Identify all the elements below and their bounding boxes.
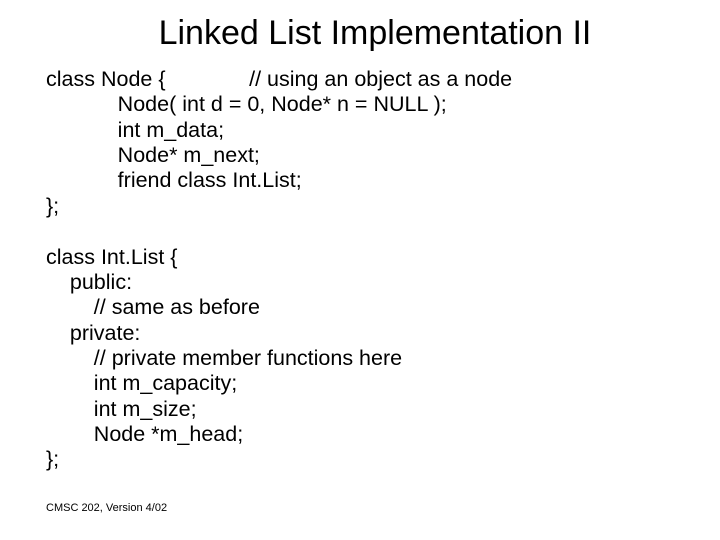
code-line: int m_data; [46, 118, 224, 142]
code-line: // same as before [46, 295, 260, 319]
code-line: public: [46, 270, 132, 294]
code-line: // private member functions here [46, 346, 402, 370]
slide-footer: CMSC 202, Version 4/02 [46, 502, 167, 514]
code-line: int m_capacity; [46, 371, 237, 395]
code-line: int m_size; [46, 397, 197, 421]
code-line: class Node { // using an object as a nod… [46, 67, 512, 91]
code-line: }; [46, 194, 59, 218]
slide-title: Linked List Implementation II [0, 0, 720, 53]
slide-body: class Node { // using an object as a nod… [0, 53, 720, 473]
code-line: private: [46, 321, 140, 345]
code-line: class Int.List { [46, 245, 177, 269]
code-line: friend class Int.List; [46, 168, 302, 192]
code-line: Node* m_next; [46, 143, 260, 167]
code-line: }; [46, 447, 59, 471]
slide: Linked List Implementation II class Node… [0, 0, 720, 540]
code-line: Node *m_head; [46, 422, 243, 446]
code-line: Node( int d = 0, Node* n = NULL ); [46, 92, 447, 116]
